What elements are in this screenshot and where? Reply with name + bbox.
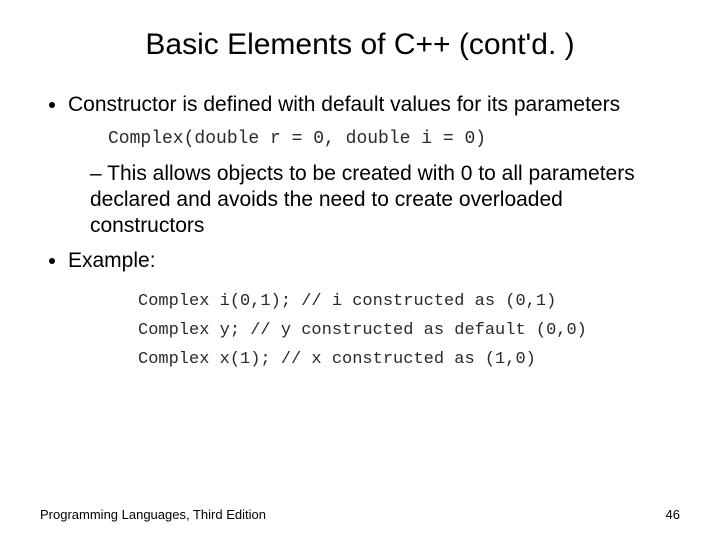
sub-bullet-1-text: This allows objects to be created with 0… [90, 162, 635, 238]
bullet-2: Example: Complex i(0,1); // i constructe… [68, 248, 680, 375]
bullet-2-text: Example: [68, 249, 156, 272]
footer-page-number: 46 [666, 507, 680, 522]
code-line-3: Complex x(1); // x constructed as (1,0) [138, 350, 536, 369]
bullet-list: Constructor is defined with default valu… [40, 92, 680, 374]
slide-title: Basic Elements of C++ (cont'd. ) [40, 28, 680, 62]
footer: Programming Languages, Third Edition 46 [40, 507, 680, 522]
code-line-2: Complex y; // y constructed as default (… [138, 321, 587, 340]
sub-bullet-1: This allows objects to be created with 0… [90, 161, 680, 240]
code-example: Complex i(0,1); // i constructed as (0,1… [138, 288, 680, 375]
slide: Basic Elements of C++ (cont'd. ) Constru… [0, 0, 720, 540]
code-line-1: Complex i(0,1); // i constructed as (0,1… [138, 292, 556, 311]
sub-bullet-list: This allows objects to be created with 0… [68, 161, 680, 240]
bullet-1-text: Constructor is defined with default valu… [68, 93, 620, 116]
bullet-1: Constructor is defined with default valu… [68, 92, 680, 240]
footer-left: Programming Languages, Third Edition [40, 507, 266, 522]
code-constructor: Complex(double r = 0, double i = 0) [108, 128, 680, 151]
